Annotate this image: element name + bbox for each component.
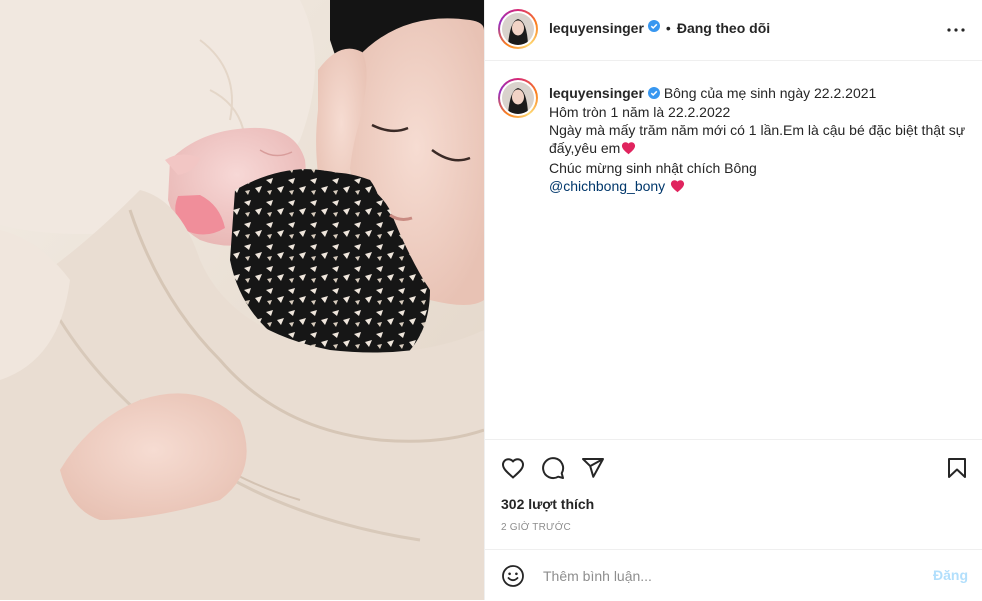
caption-line: Ngày mà mấy trăm năm mới có 1 lần.Em là … [549, 122, 966, 139]
more-options-icon[interactable] [944, 18, 968, 42]
verified-badge-icon [647, 19, 660, 37]
caption-section: lequyensinger Bông của mẹ sinh ngày 22.2… [485, 60, 982, 438]
like-count[interactable]: 302 lượt thích [501, 496, 594, 512]
caption-line: Hôm tròn 1 năm là 22.2.2022 [549, 104, 731, 121]
profile-photo-icon [502, 13, 534, 45]
mention-link[interactable]: @chichbong_bony [549, 178, 665, 194]
caption-username[interactable]: lequyensinger [549, 85, 644, 101]
post-photo[interactable] [0, 0, 484, 600]
red-heart-icon [621, 141, 636, 159]
bookmark-icon[interactable] [944, 455, 970, 481]
post-caption: lequyensinger Bông của mẹ sinh ngày 22.2… [549, 84, 970, 197]
caption-line: đấy,yêu em [549, 140, 621, 157]
add-comment-bar: Đăng [485, 549, 982, 601]
comment-icon[interactable] [540, 455, 566, 481]
verified-badge-icon [647, 85, 660, 103]
author-avatar[interactable] [498, 9, 538, 49]
caption-line: Bông của mẹ sinh ngày 22.2.2021 [663, 85, 877, 101]
post-header: lequyensinger • Đang theo dõi [485, 0, 982, 61]
comment-input[interactable] [541, 560, 905, 592]
post-timestamp[interactable]: 2 GIỜ TRƯỚC [501, 522, 571, 533]
heart-icon[interactable] [500, 455, 526, 481]
caption-line: Chúc mừng sinh nhật chích Bông [549, 160, 757, 177]
send-icon[interactable] [580, 455, 606, 481]
profile-photo-icon [502, 82, 534, 114]
red-heart-icon [670, 179, 685, 197]
instagram-post: lequyensinger • Đang theo dõi lequyensin… [0, 0, 982, 600]
author-username[interactable]: lequyensinger [549, 20, 644, 36]
post-sidebar: lequyensinger • Đang theo dõi lequyensin… [484, 0, 982, 600]
following-button[interactable]: Đang theo dõi [677, 20, 770, 36]
caption-author-avatar[interactable] [498, 78, 538, 118]
separator-dot: • [665, 20, 671, 36]
post-comment-button[interactable]: Đăng [933, 567, 968, 583]
emoji-icon[interactable] [501, 564, 525, 588]
